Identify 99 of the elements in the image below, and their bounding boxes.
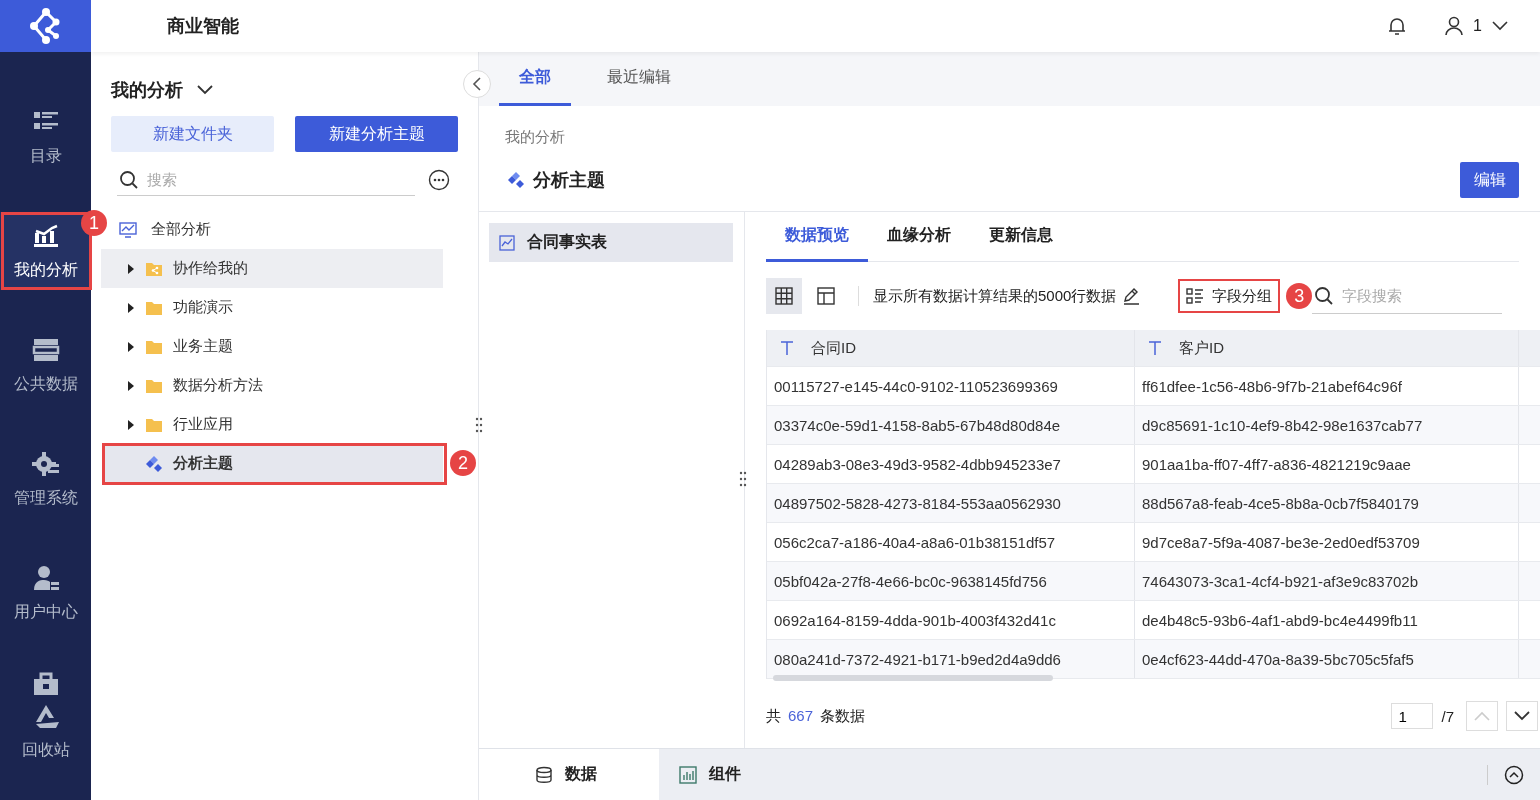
field-search-field[interactable]: 字段搜索 — [1312, 278, 1503, 314]
page-total: /7 — [1441, 707, 1454, 725]
collapse-button[interactable] — [463, 70, 491, 98]
scrollbar-thumb[interactable] — [773, 675, 1053, 681]
panel-title[interactable]: 我的分析 — [111, 78, 183, 102]
shared-folder-icon — [145, 260, 163, 277]
expand-arrow-icon[interactable] — [127, 380, 135, 391]
folder-icon — [145, 416, 163, 433]
expand-arrow-icon[interactable] — [127, 263, 135, 274]
new-folder-button[interactable]: 新建文件夹 — [111, 116, 274, 152]
tab[interactable]: 组件 — [659, 749, 767, 800]
breadcrumb[interactable]: 我的分析 — [505, 128, 1540, 147]
monitor-chart-icon — [119, 220, 137, 239]
chevron-up-icon — [1474, 711, 1490, 721]
table-cell: 74643073-3ca1-4cf4-b921-af3e9c83702b — [1135, 562, 1519, 600]
bell-icon[interactable] — [1387, 16, 1408, 36]
tab[interactable]: 更新信息 — [970, 212, 1072, 262]
gear-icon — [31, 449, 60, 478]
tab[interactable]: 血缘分析 — [868, 212, 970, 262]
nav-item[interactable]: 用户中心 — [0, 536, 91, 650]
tree-item[interactable]: 数据分析方法 — [101, 366, 443, 405]
app-title: 商业智能 — [167, 15, 239, 38]
table-cell: 04289ab3-08e3-49d3-9582-4dbb945233e7 — [767, 445, 1135, 483]
collapse-up-icon[interactable] — [1504, 764, 1524, 785]
row-limit-text: 显示所有数据计算结果的5000行数据 — [873, 286, 1117, 306]
chevron-down-icon — [1514, 711, 1530, 721]
list-group-icon — [1186, 288, 1205, 304]
table-cell: 0692a164-8159-4dda-901b-4003f432d41c — [767, 601, 1135, 639]
table-list-item[interactable]: 合同事实表 — [489, 223, 733, 262]
user-icon — [1445, 16, 1464, 36]
table-cell: ff61dfee-1c56-48b6-9f7b-21abef64c96f — [1135, 367, 1519, 405]
search-icon — [119, 170, 139, 190]
field-group-button[interactable]: 字段分组 — [1178, 279, 1281, 313]
table-cell: 901aa1ba-ff07-4ff7-a836-4821219c9aae — [1135, 445, 1519, 483]
drag-handle-icon[interactable] — [739, 470, 747, 488]
tree-item[interactable]: 协作给我的 — [101, 249, 443, 288]
table-cell: 056c2ca7-a186-40a4-a8a6-01b38151df57 — [767, 523, 1135, 561]
tree-item[interactable]: 全部分析 — [109, 210, 221, 249]
topic-title: 分析主题 — [533, 169, 605, 192]
step-badge: 3 — [1286, 283, 1313, 309]
user-icon — [31, 563, 60, 592]
table-cell: 9d7ce8a7-5f9a-4087-be3e-2ed0edf53709 — [1135, 523, 1519, 561]
step-badge: 1 — [81, 210, 107, 236]
table-cell: d9c85691-1c10-4ef9-8b42-98e1637cab77 — [1135, 406, 1519, 444]
diamond-icon — [507, 171, 525, 189]
user-menu[interactable]: 1 — [1445, 16, 1508, 36]
table-cell: 88d567a8-feab-4ce5-8b8a-0cb7f5840179 — [1135, 484, 1519, 522]
expand-arrow-icon[interactable] — [127, 419, 135, 430]
layout-icon — [817, 287, 835, 305]
nav-item[interactable]: 公共数据 — [0, 308, 91, 422]
nav-item[interactable]: 回收站 — [0, 698, 91, 778]
drag-handle-icon[interactable] — [475, 416, 483, 434]
next-page-button[interactable] — [1506, 701, 1538, 731]
tab[interactable]: 全部 — [499, 52, 571, 106]
expand-arrow-icon[interactable] — [127, 302, 135, 313]
folder-icon — [145, 377, 163, 394]
step-badge: 2 — [450, 450, 476, 476]
total-label: 条数据 — [820, 706, 866, 726]
tree-item[interactable]: 功能演示 — [101, 288, 443, 327]
table-cell: de4b48c5-93b6-4af1-abd9-bc4e4499fb11 — [1135, 601, 1519, 639]
grid-view-button[interactable] — [766, 278, 802, 314]
chart-doc-icon — [499, 234, 515, 251]
search-icon — [1314, 286, 1335, 306]
search-field[interactable]: 搜索 — [117, 164, 415, 196]
text-type-icon — [1147, 340, 1163, 356]
expand-arrow-icon[interactable] — [127, 341, 135, 352]
total-label: 共 — [766, 706, 781, 726]
folder-icon — [145, 299, 163, 316]
table-cell: 0e4cf623-44dd-470a-8a39-5bc705c5faf5 — [1135, 640, 1519, 678]
new-topic-button[interactable]: 新建分析主题 — [295, 116, 458, 152]
tab[interactable]: 最近编辑 — [603, 52, 675, 106]
table-cell: 03374c0e-59d1-4158-8ab5-67b48d80d84e — [767, 406, 1135, 444]
chevron-down-icon — [1492, 21, 1508, 31]
table-cell: 05bf042a-27f8-4e66-bc0c-9638145fd756 — [767, 562, 1135, 600]
toolbox-icon — [31, 670, 60, 698]
column-header[interactable]: 合同ID — [767, 330, 1135, 366]
page-input[interactable]: 1 — [1391, 703, 1434, 729]
table-cell: 00115727-e145-44c0-9102-110523699369 — [767, 367, 1135, 405]
table-cell: 04897502-5828-4273-8184-553aa0562930 — [767, 484, 1135, 522]
edit-button[interactable]: 编辑 — [1460, 162, 1519, 198]
row-count: 667 — [788, 706, 814, 726]
nav-item[interactable]: 我的分析 — [0, 212, 91, 290]
text-type-icon — [779, 340, 795, 356]
bar-chart-icon — [679, 765, 697, 784]
column-header[interactable]: 客户ID — [1135, 330, 1519, 366]
tab[interactable]: 数据预览 — [766, 212, 868, 262]
tree-item[interactable]: 业务主题 — [101, 327, 443, 366]
folder-icon — [145, 338, 163, 355]
more-icon[interactable] — [428, 169, 450, 191]
pencil-icon[interactable] — [1122, 287, 1141, 305]
chevron-down-icon[interactable] — [197, 85, 213, 95]
diamond-icon — [145, 454, 163, 473]
grid-icon — [775, 287, 793, 305]
database-icon — [535, 765, 553, 784]
nav-item[interactable]: 目录 — [0, 80, 91, 194]
tab[interactable]: 数据 — [479, 749, 659, 800]
nav-item[interactable]: 管理系统 — [0, 422, 91, 536]
tree-item[interactable]: 行业应用 — [101, 405, 443, 444]
chevron-left-icon — [472, 77, 482, 91]
